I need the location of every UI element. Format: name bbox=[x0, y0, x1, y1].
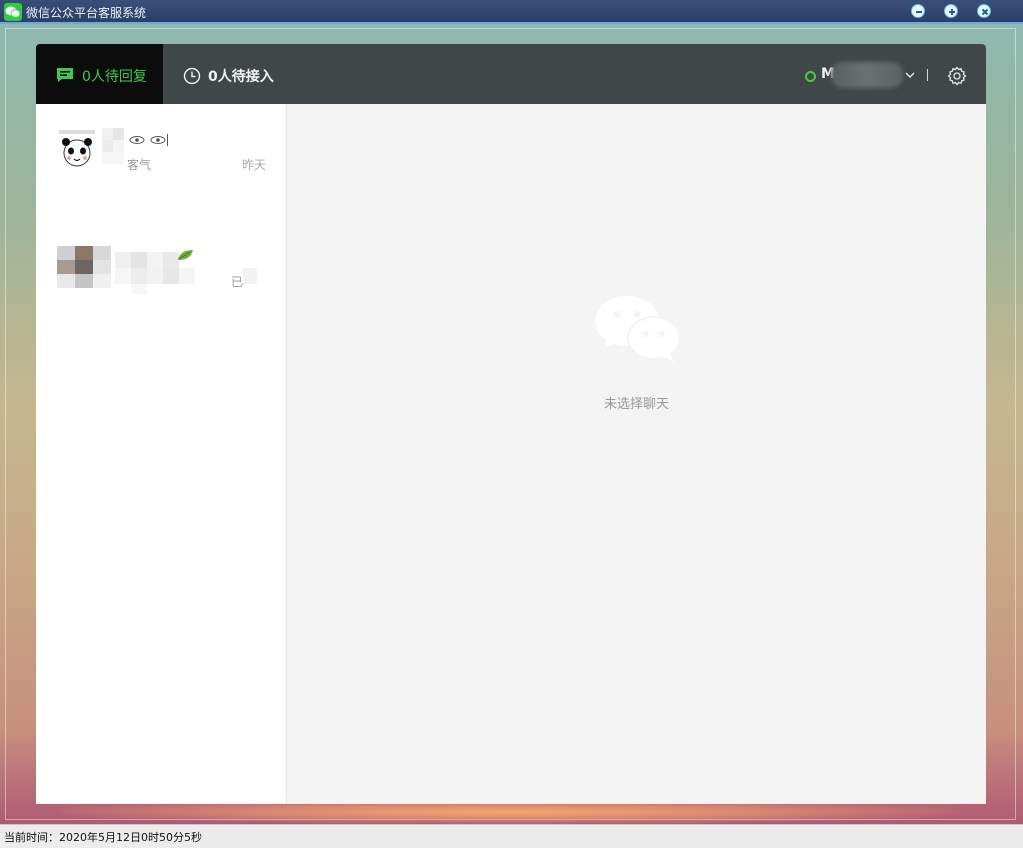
conversation-preview: 客气 bbox=[127, 158, 152, 172]
leaf-emoji-icon bbox=[178, 250, 193, 260]
conversation-preview: 已 bbox=[231, 275, 244, 289]
gear-icon[interactable] bbox=[947, 66, 967, 86]
top-bar: 0人待回复 0人待接入 M bbox=[36, 44, 986, 104]
conversation-item[interactable]: 客气 昨天 bbox=[36, 114, 287, 186]
emoji-icon bbox=[129, 134, 168, 146]
window-title: 微信公众平台客服系统 bbox=[26, 6, 147, 20]
chevron-down-icon[interactable] bbox=[904, 70, 916, 80]
clock-icon bbox=[183, 67, 201, 85]
current-time-label: 当前时间：2020年5月12日0时50分5秒 bbox=[4, 831, 202, 844]
online-status-icon bbox=[805, 71, 816, 82]
window-titlebar: 微信公众平台客服系统 bbox=[0, 0, 1023, 24]
minimize-button[interactable] bbox=[911, 4, 925, 18]
redacted-user-name bbox=[831, 62, 903, 88]
maximize-button[interactable] bbox=[944, 4, 958, 18]
minimize-icon bbox=[916, 11, 922, 13]
close-icon bbox=[981, 8, 989, 16]
tab-pending-access-label: 0人待接入 bbox=[208, 69, 274, 85]
tab-pending-reply[interactable]: 0人待回复 bbox=[36, 44, 163, 104]
customer-service-app: 0人待回复 0人待接入 M 客气 昨天 已 未选择聊天 bbox=[36, 44, 986, 804]
conversation-time: 昨天 bbox=[242, 158, 267, 172]
chat-bubble-icon bbox=[57, 68, 73, 82]
redacted-name bbox=[102, 128, 124, 164]
wechat-icon bbox=[4, 3, 22, 21]
avatar bbox=[57, 128, 97, 168]
maximize-icon bbox=[949, 9, 955, 15]
tab-pending-reply-label: 0人待回复 bbox=[82, 69, 147, 85]
status-bar: 当前时间：2020年5月12日0时50分5秒 bbox=[0, 824, 1023, 848]
conversation-item[interactable]: 已 bbox=[36, 186, 287, 294]
empty-state-text: 未选择聊天 bbox=[603, 397, 669, 412]
close-button[interactable] bbox=[977, 4, 991, 18]
chat-area: 未选择聊天 bbox=[287, 104, 986, 804]
topbar-divider bbox=[927, 69, 928, 81]
conversation-list: 客气 昨天 已 bbox=[36, 104, 287, 804]
wechat-logo-icon bbox=[595, 296, 681, 362]
redacted-conversation bbox=[57, 246, 257, 296]
